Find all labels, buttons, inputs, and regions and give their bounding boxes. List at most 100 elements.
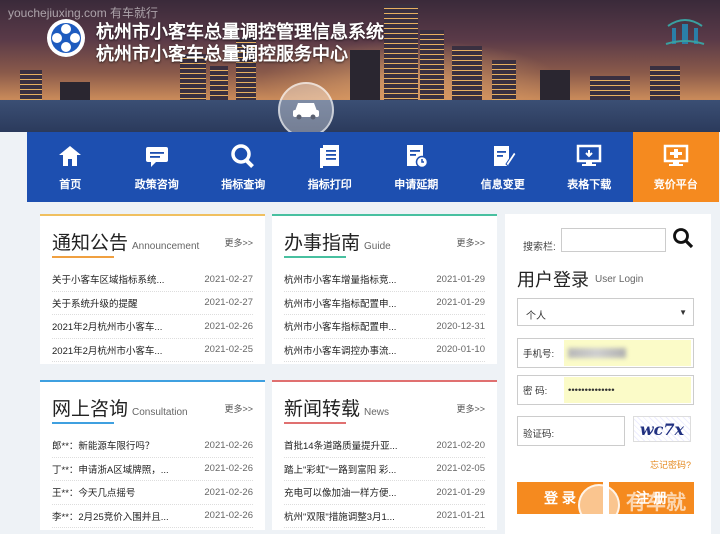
more-link[interactable]: 更多>>	[456, 236, 485, 249]
panel-title: 新闻转载	[284, 399, 361, 420]
edit-icon	[493, 146, 517, 167]
list-item[interactable]: 丁**：申请浙A区域牌照，... 2021-02-26	[52, 458, 253, 481]
monitor-bid-icon	[663, 144, 688, 166]
list-item[interactable]: 充电可以像加油一样方便... 2021-01-29	[284, 481, 485, 505]
nav-item-label: 政策咨询	[134, 179, 179, 191]
panel-header: 通知公告 Announcement	[52, 228, 199, 255]
list-item[interactable]: 关于小客车区域指标系统... 2021-02-27	[52, 268, 253, 292]
list-item[interactable]: 关于系统升级的提醒 2021-02-27	[52, 292, 253, 315]
captcha-field[interactable]: 验证码:	[517, 416, 625, 446]
captcha-label: 验证码:	[523, 429, 555, 440]
search-icon[interactable]	[672, 227, 694, 249]
header-banner: youchejiuxing.com 有车就行 杭州市小客车总量调控管理信息系统 …	[0, 0, 720, 132]
item-date: 2021-02-20	[436, 439, 485, 451]
list-item[interactable]: 踏上"彩虹"一路到富阳 彩... 2021-02-05	[284, 458, 485, 481]
item-date: 2021-02-27	[204, 273, 253, 285]
panel-header: 新闻转载 News	[284, 394, 389, 421]
nav-item-form-download[interactable]: 表格下载	[546, 132, 633, 202]
news-panel: 新闻转载 News 更多>> 首批14条道路质量提升亚... 2021-02-20…	[272, 380, 497, 530]
nav-item-label: 信息变更	[480, 179, 525, 191]
watermark-logo	[578, 484, 620, 526]
phone-input[interactable]	[564, 340, 691, 366]
item-date: 2021-02-25	[204, 344, 253, 356]
list-item[interactable]: 2021年2月杭州市小客车... 2021-02-26	[52, 315, 253, 339]
search-label: 搜索栏:	[523, 242, 556, 253]
item-title: 郎**：新能源车限行吗？	[52, 441, 155, 453]
item-date: 2021-02-27	[204, 297, 253, 309]
nav-item-label: 竞价平台	[653, 179, 698, 191]
item-title: 杭州市小客车指标配置申...	[284, 322, 397, 334]
more-link[interactable]: 更多>>	[456, 402, 485, 415]
news-list: 首批14条道路质量提升亚... 2021-02-20 踏上"彩虹"一路到富阳 彩.…	[284, 434, 485, 528]
item-title: 王**：今天几点摇号	[52, 488, 136, 500]
calendar-clock-icon	[407, 145, 429, 169]
nav-item-quota-print[interactable]: 指标打印	[287, 132, 374, 202]
redacted-phone	[568, 348, 626, 358]
item-date: 2021-01-29	[436, 273, 485, 285]
water	[0, 100, 720, 132]
item-title: 丁**：申请浙A区域牌照，...	[52, 464, 169, 476]
item-date: 2021-02-26	[204, 439, 253, 451]
account-type-select[interactable]: 个人 ▼	[517, 298, 694, 326]
center-title: 杭州市小客车总量调控服务中心	[96, 44, 348, 64]
main-nav: 首页 政策咨询 指标查询 指标打印 申请延期 信息变更 表格下载 竞价平台	[27, 132, 719, 202]
notice-list: 关于小客车区域指标系统... 2021-02-27 关于系统升级的提醒 2021-0…	[52, 268, 253, 362]
list-item[interactable]: 杭州市小客车增量指标竞... 2021-01-29	[284, 268, 485, 292]
list-item[interactable]: 杭州市小客车指标配置申... 2021-01-29	[284, 292, 485, 315]
item-date: 2021-02-05	[436, 463, 485, 475]
item-title: 踏上"彩虹"一路到富阳 彩...	[284, 464, 397, 476]
nav-item-label: 首页	[59, 179, 82, 191]
item-title: 关于小客车区域指标系统...	[52, 275, 165, 287]
password-field[interactable]: 密 码: ••••••••••••••	[517, 375, 694, 405]
title-underline	[284, 422, 346, 424]
item-date: 2020-12-31	[436, 320, 485, 332]
item-title: 李**：2月25竞价入围并且...	[52, 511, 169, 523]
nav-item-home[interactable]: 首页	[27, 132, 114, 202]
more-link[interactable]: 更多>>	[224, 402, 253, 415]
nav-item-label: 表格下载	[567, 179, 612, 191]
consult-list: 郎**：新能源车限行吗？ 2021-02-26 丁**：申请浙A区域牌照，... 2…	[52, 434, 253, 528]
list-item[interactable]: 王**：今天几点摇号 2021-02-26	[52, 481, 253, 505]
list-item[interactable]: 郎**：新能源车限行吗？ 2021-02-26	[52, 434, 253, 458]
nav-item-label: 指标查询	[221, 179, 266, 191]
item-title: 杭州市小客车指标配置申...	[284, 298, 397, 310]
monitor-download-icon	[577, 144, 602, 166]
login-title: 用户登录	[517, 270, 589, 290]
list-item[interactable]: 2021年2月杭州市小客车... 2021-02-25	[52, 339, 253, 362]
search-input[interactable]	[561, 228, 666, 252]
panel-title-en: Consultation	[132, 407, 188, 418]
list-item[interactable]: 杭州"双限"措施调整3月1... 2021-01-21	[284, 505, 485, 528]
panel-title: 网上咨询	[52, 399, 129, 420]
item-date: 2021-02-26	[204, 320, 253, 332]
item-date: 2021-01-29	[436, 486, 485, 498]
more-link[interactable]: 更多>>	[224, 236, 253, 249]
nav-item-quota-query[interactable]: 指标查询	[200, 132, 287, 202]
city-emblem-icon	[665, 19, 705, 45]
phone-label: 手机号:	[523, 349, 555, 360]
list-item[interactable]: 李**：2月25竞价入围并且... 2021-02-26	[52, 505, 253, 528]
forgot-password-link[interactable]: 忘记密码?	[650, 458, 691, 471]
consult-panel: 网上咨询 Consultation 更多>> 郎**：新能源车限行吗？ 2021-…	[40, 380, 265, 530]
nav-item-extension[interactable]: 申请延期	[373, 132, 460, 202]
guide-panel: 办事指南 Guide 更多>> 杭州市小客车增量指标竞... 2021-01-29…	[272, 214, 497, 364]
watermark-text: 有车就	[626, 492, 686, 514]
list-item[interactable]: 杭州市小客车调控办事流... 2020-01-10	[284, 339, 485, 362]
building	[420, 30, 444, 110]
list-item[interactable]: 杭州市小客车指标配置申... 2020-12-31	[284, 315, 485, 339]
nav-item-info-change[interactable]: 信息变更	[460, 132, 547, 202]
password-label: 密 码:	[523, 386, 548, 397]
password-input[interactable]: ••••••••••••••	[564, 377, 691, 403]
item-title: 杭州市小客车增量指标竞...	[284, 275, 397, 287]
item-title: 充电可以像加油一样方便...	[284, 488, 397, 500]
nav-item-label: 申请延期	[394, 179, 439, 191]
document-icon	[319, 145, 339, 168]
item-title: 杭州"双限"措施调整3月1...	[284, 511, 395, 523]
phone-field[interactable]: 手机号:	[517, 338, 694, 368]
list-item[interactable]: 首批14条道路质量提升亚... 2021-02-20	[284, 434, 485, 458]
nav-item-bidding-platform[interactable]: 竞价平台	[632, 132, 719, 202]
notice-panel: 通知公告 Announcement 更多>> 关于小客车区域指标系统... 202…	[40, 214, 265, 364]
title-underline	[284, 256, 346, 258]
guide-list: 杭州市小客车增量指标竞... 2021-01-29 杭州市小客车指标配置申... 2…	[284, 268, 485, 362]
nav-item-policy[interactable]: 政策咨询	[114, 132, 201, 202]
captcha-image[interactable]: wc7x	[633, 416, 691, 442]
